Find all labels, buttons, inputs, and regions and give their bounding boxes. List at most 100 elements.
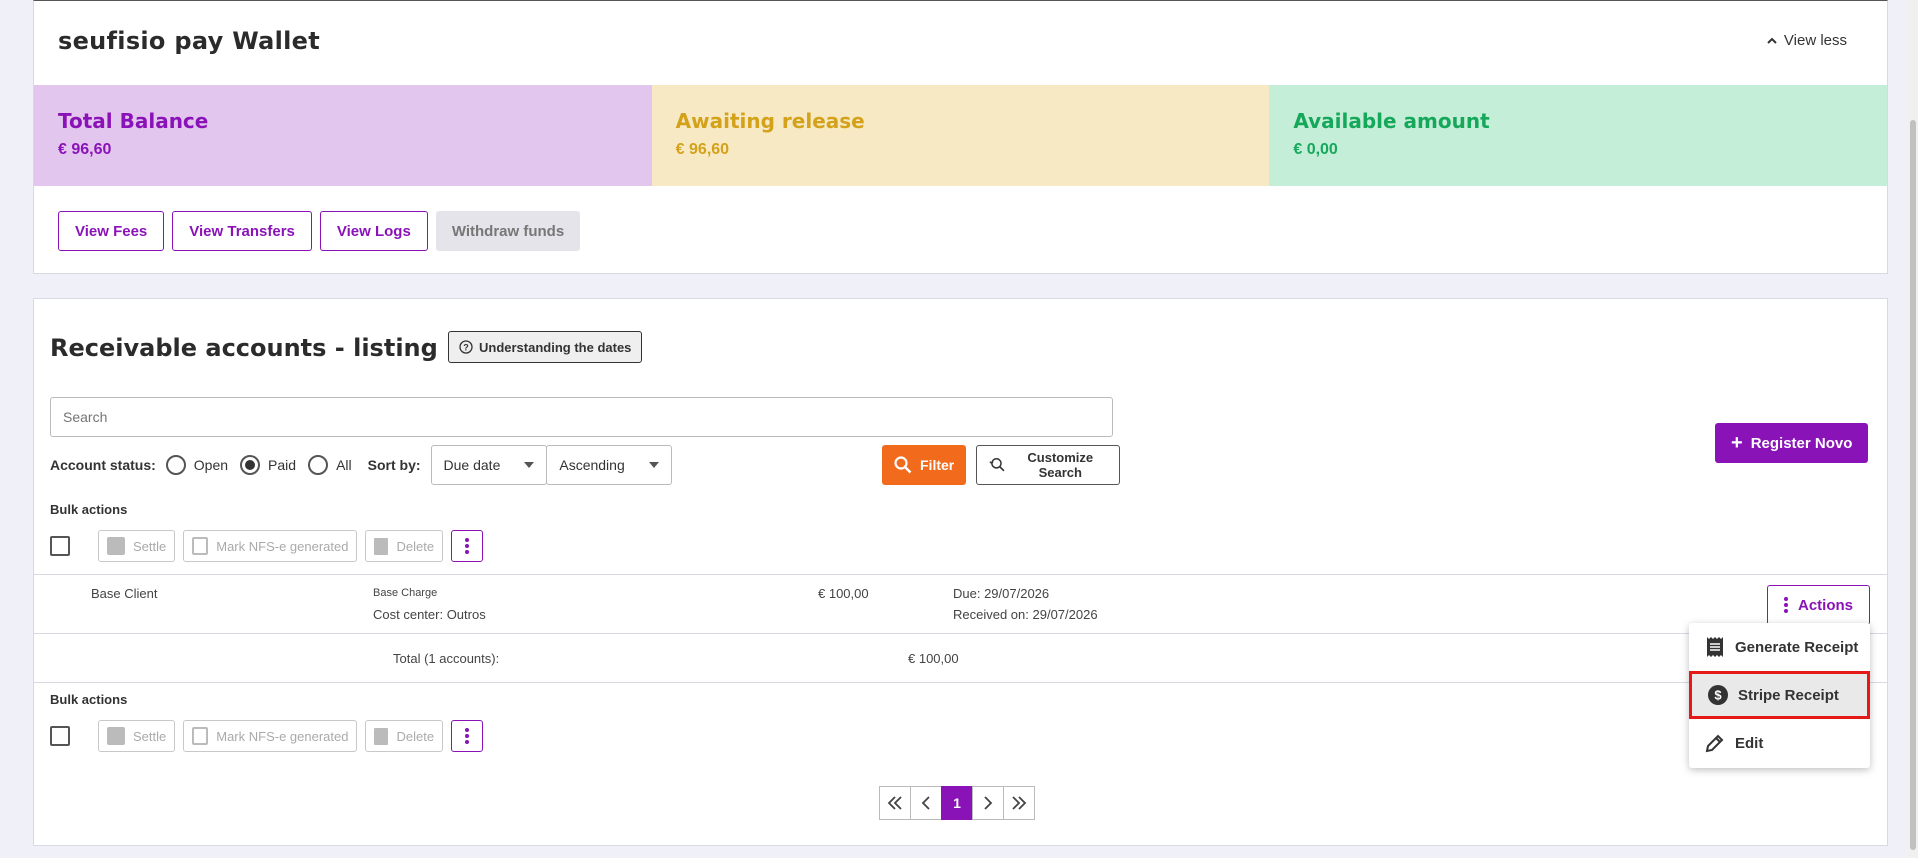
total-balance-label: Total Balance [58,109,209,133]
radio-circle[interactable] [308,455,329,475]
search-refresh-icon [989,458,1005,472]
chevron-up-icon [1767,37,1777,44]
row-divider [34,574,1887,575]
register-novo-button[interactable]: + Register Novo [1715,423,1869,463]
view-fees-button[interactable]: View Fees [58,211,165,251]
awaiting-release-panel: Awaiting release € 96,60 [651,85,1270,186]
available-amount-label: Available amount [1293,109,1490,133]
settle-button[interactable]: Settle [98,530,176,562]
last-page-button[interactable] [1003,786,1035,820]
status-open-label: Open [193,457,229,473]
sort-by-label: Sort by: [367,457,421,473]
help-circle-icon: ? [459,340,473,354]
status-paid-label: Paid [268,457,297,473]
pencil-icon [1705,734,1724,753]
sort-order-select[interactable]: Ascending [546,445,672,485]
select-all-checkbox[interactable] [50,536,70,556]
register-novo-label: Register Novo [1750,434,1853,452]
total-value: € 100,00 [908,651,959,666]
mark-nfse-button[interactable]: Mark NFS-e generated [183,720,358,752]
actions-label: Actions [1798,596,1854,614]
dollar-circle-icon: $ [1708,685,1728,705]
balance-panels: Total Balance € 96,60 Awaiting release €… [34,85,1888,186]
view-transfers-button[interactable]: View Transfers [172,211,312,251]
pagination: 1 [879,786,1035,820]
charge-cell: Base Charge [373,587,438,599]
generate-receipt-label: Generate Receipt [1735,638,1859,656]
bulk-actions-bar: Settle Mark NFS-e generated Delete [50,720,484,752]
sort-field-value: Due date [443,457,501,473]
delete-button[interactable]: Delete [365,530,444,562]
delete-button[interactable]: Delete [365,720,444,752]
mark-nfse-label: Mark NFS-e generated [216,538,349,554]
filter-button[interactable]: Filter [882,445,967,485]
radio-circle-checked[interactable] [240,455,261,475]
more-bulk-actions-button[interactable] [451,530,484,562]
prev-page-button[interactable] [910,786,942,820]
receipt-icon [1707,637,1723,657]
kebab-icon [1784,597,1788,613]
delete-label: Delete [396,728,435,744]
status-all-radio[interactable]: All [308,455,352,475]
wallet-card: seufisio pay Wallet View less Total Bala… [33,0,1888,274]
status-paid-radio[interactable]: Paid [240,455,296,475]
filter-bar: Account status: Open Paid All Sort by: D… [50,445,1120,485]
receipt-icon [192,727,209,745]
view-less-button[interactable]: View less [1766,32,1847,49]
withdraw-funds-button[interactable]: Withdraw funds [435,211,581,251]
trash-icon [374,727,389,745]
due-date-cell: Due: 29/07/2026 [953,586,1050,601]
edit-item[interactable]: Edit [1689,719,1870,767]
row-divider [34,633,1887,634]
bulk-actions-bar: Settle Mark NFS-e generated Delete [50,530,484,562]
total-balance-panel: Total Balance € 96,60 [34,85,652,186]
bulk-actions-label: Bulk actions [50,692,128,707]
available-amount-panel: Available amount € 0,00 [1269,85,1888,186]
chevron-right-icon [984,796,993,810]
cost-center-cell: Cost center: Outros [373,607,486,622]
chevron-left-icon [921,796,930,810]
status-all-label: All [336,457,352,473]
row-actions-button[interactable]: Actions [1767,585,1871,625]
settle-button[interactable]: Settle [98,720,176,752]
next-page-button[interactable] [972,786,1004,820]
status-open-radio[interactable]: Open [165,455,229,475]
awaiting-release-value: € 96,60 [675,141,730,158]
select-all-checkbox[interactable] [50,726,70,746]
delete-label: Delete [396,538,435,554]
account-status-label: Account status: [50,457,156,473]
understanding-dates-button[interactable]: ? Understanding the dates [448,331,643,363]
search-input[interactable] [50,397,1113,437]
edit-label: Edit [1735,734,1764,752]
bulk-actions-label: Bulk actions [50,502,128,517]
page-title: Receivable accounts - listing [50,334,438,362]
actions-menu: Generate Receipt $ Stripe Receipt Edit [1689,623,1870,768]
understanding-dates-label: Understanding the dates [479,339,632,355]
sort-order-value: Ascending [559,457,625,473]
available-amount-value: € 0,00 [1293,141,1338,158]
chevrons-left-icon [887,796,902,810]
settle-label: Settle [133,728,167,744]
scrollbar-thumb[interactable] [1910,120,1916,850]
page-scrollbar[interactable] [1908,0,1918,858]
wallet-actions: View Fees View Transfers View Logs Withd… [58,211,581,251]
received-date-cell: Received on: 29/07/2026 [953,607,1098,622]
generate-receipt-item[interactable]: Generate Receipt [1689,623,1870,671]
stripe-receipt-label: Stripe Receipt [1738,686,1839,704]
more-bulk-actions-button[interactable] [451,720,484,752]
total-label: Total (1 accounts): [393,651,500,666]
radio-circle[interactable] [165,455,186,475]
search-icon [894,456,912,474]
stripe-receipt-item[interactable]: $ Stripe Receipt [1689,671,1870,719]
settle-label: Settle [133,538,167,554]
first-page-button[interactable] [879,786,911,820]
amount-cell: € 100,00 [818,586,869,601]
receipt-icon [192,537,209,555]
page-number-button[interactable]: 1 [941,786,973,820]
sort-field-select[interactable]: Due date [430,445,548,485]
view-logs-button[interactable]: View Logs [319,211,428,251]
row-divider [34,682,1887,683]
mark-nfse-button[interactable]: Mark NFS-e generated [183,530,358,562]
total-balance-value: € 96,60 [58,141,112,158]
customize-search-button[interactable]: Customize Search [976,445,1120,485]
